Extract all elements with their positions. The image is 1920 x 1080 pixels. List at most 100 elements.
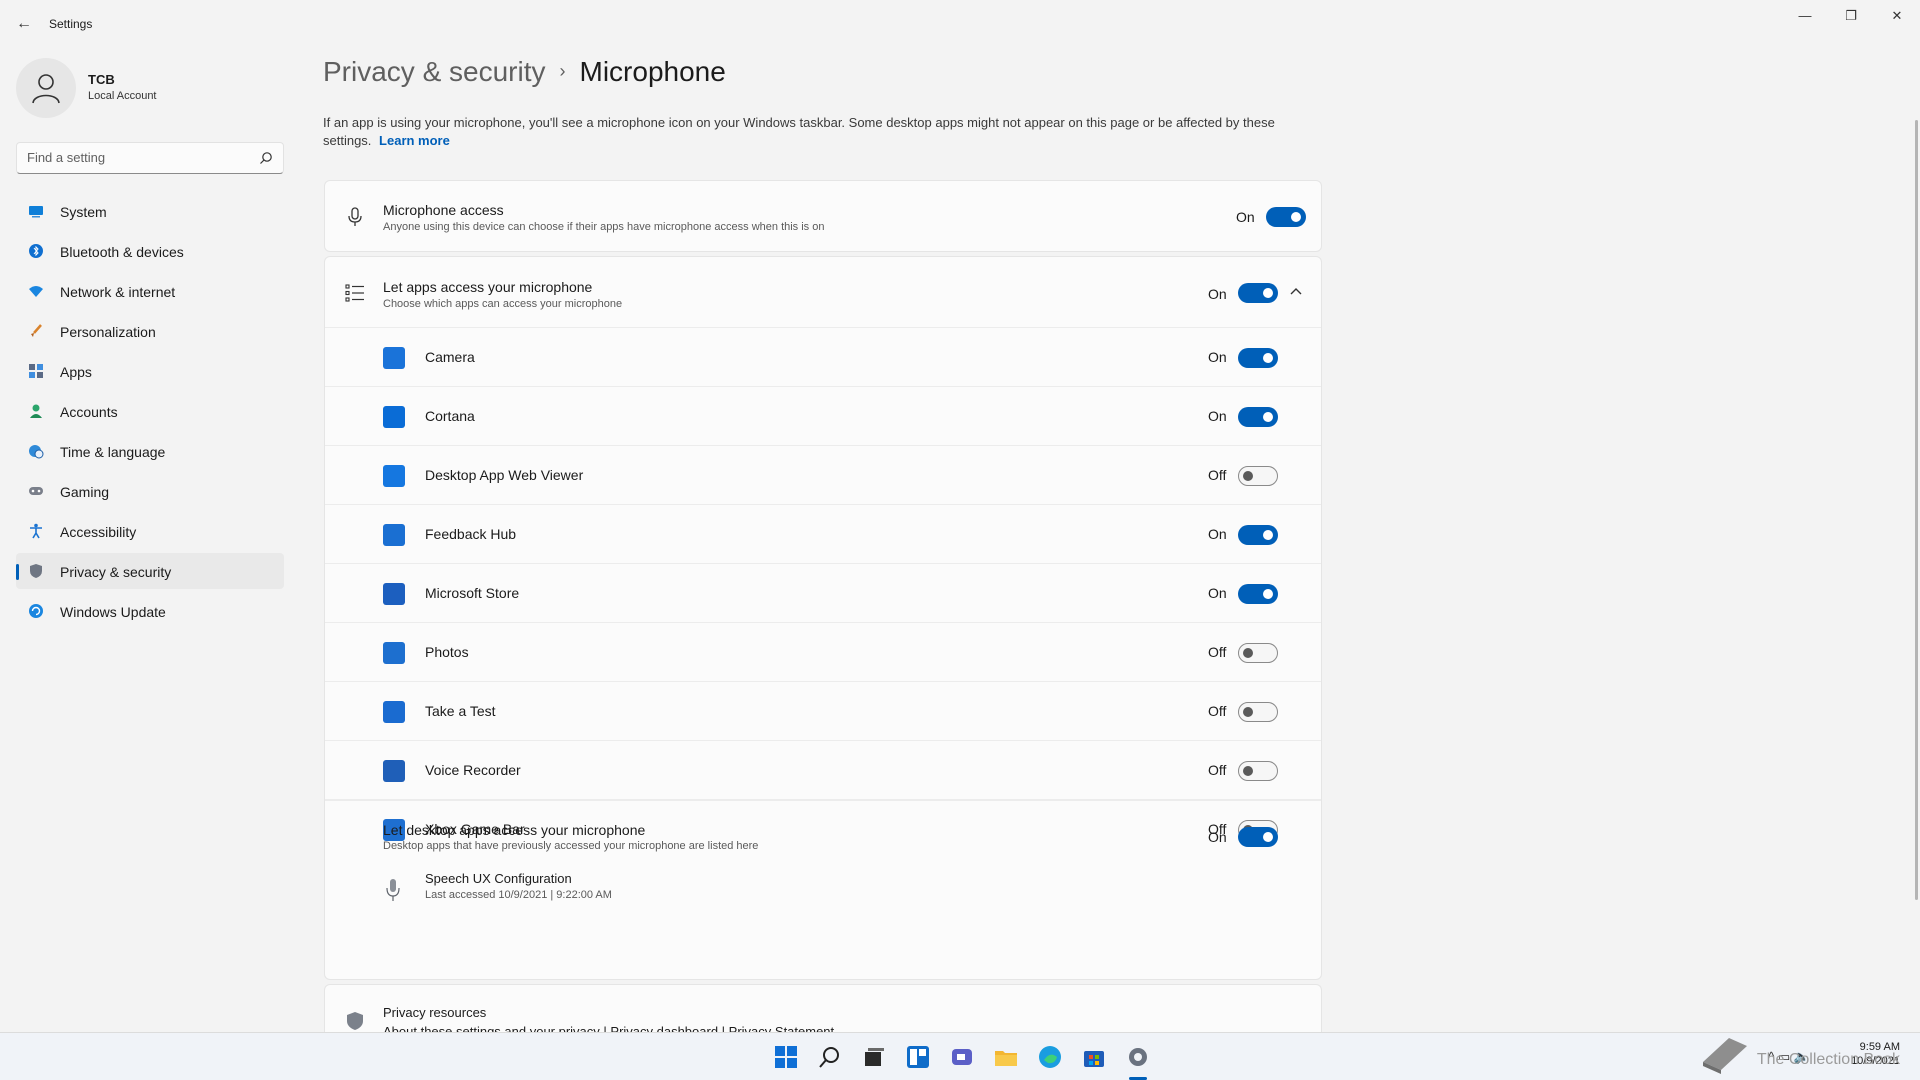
window-title: Settings <box>49 17 93 31</box>
app-row-photos: Photos Off <box>325 622 1321 681</box>
microphone-access-state: On <box>1236 209 1255 225</box>
microphone-icon <box>348 207 362 226</box>
chevron-right-icon: › <box>559 61 566 81</box>
sidebar-item-system[interactable]: System <box>16 193 284 229</box>
app-access-card: Let apps access your microphone Choose w… <box>324 256 1322 980</box>
app-row-desktop-app-web-viewer: Desktop App Web Viewer Off <box>325 445 1321 504</box>
speech-ux-last-accessed: Last accessed 10/9/2021 | 9:22:00 AM <box>425 889 612 901</box>
cortana-toggle[interactable] <box>1238 407 1278 427</box>
desktop-apps-state: On <box>1208 829 1227 845</box>
voice-recorder-toggle[interactable] <box>1238 761 1278 781</box>
feedback-hub-toggle[interactable] <box>1238 525 1278 545</box>
user-profile[interactable]: TCB Local Account <box>16 56 296 120</box>
breadcrumb-parent[interactable]: Privacy & security <box>323 56 546 87</box>
app-state: Off <box>1208 762 1227 778</box>
page-title: Microphone <box>579 56 726 87</box>
shield-icon <box>347 1012 363 1030</box>
take-a-test-toggle[interactable] <box>1238 702 1278 722</box>
feedback-hub-icon <box>383 524 405 546</box>
voice-recorder-icon <box>383 760 405 782</box>
settings-gear-icon[interactable] <box>1124 1043 1152 1071</box>
controller-icon <box>29 487 43 495</box>
app-name: Take a Test <box>425 703 496 719</box>
app-row-cortana: Cortana On <box>325 386 1321 445</box>
sidebar-item-personalization[interactable]: Personalization <box>16 313 284 349</box>
update-icon <box>29 604 43 618</box>
microphone-access-title: Microphone access <box>383 202 504 218</box>
photos-toggle[interactable] <box>1238 643 1278 663</box>
sidebar-item-privacy-security[interactable]: Privacy & security <box>16 553 284 589</box>
desktop-apps-toggle[interactable] <box>1238 827 1278 847</box>
task-view-icon[interactable] <box>860 1043 888 1071</box>
search-icon[interactable] <box>816 1043 844 1071</box>
shield-icon <box>30 564 42 578</box>
search-icon[interactable] <box>259 151 273 165</box>
maximize-button[interactable]: ❐ <box>1828 0 1874 32</box>
microsoft-store-toggle[interactable] <box>1238 584 1278 604</box>
camera-icon <box>383 347 405 369</box>
app-name: Cortana <box>425 408 475 424</box>
brush-icon <box>31 324 42 337</box>
scrollbar[interactable] <box>1915 120 1918 900</box>
chevron-up-icon[interactable] <box>1289 285 1303 299</box>
accessibility-icon <box>30 523 42 539</box>
edge-icon[interactable] <box>1036 1043 1064 1071</box>
app-name: Feedback Hub <box>425 526 517 542</box>
widgets-icon[interactable] <box>904 1043 932 1071</box>
search-box[interactable] <box>16 142 284 174</box>
account-type: Local Account <box>88 90 157 102</box>
minimize-button[interactable]: — <box>1782 0 1828 32</box>
app-name: Camera <box>425 349 475 365</box>
app-state: On <box>1208 585 1227 601</box>
search-input[interactable] <box>27 150 247 165</box>
sidebar-item-accessibility[interactable]: Accessibility <box>16 513 284 549</box>
microsoft-store-icon <box>383 583 405 605</box>
let-apps-state: On <box>1208 286 1227 302</box>
sidebar-item-time-language[interactable]: Time & language <box>16 433 284 469</box>
watermark: The Collection Book <box>1699 1032 1900 1076</box>
sidebar-item-bluetooth[interactable]: Bluetooth & devices <box>16 233 284 269</box>
user-name: TCB <box>88 72 115 87</box>
app-state: Off <box>1208 644 1227 660</box>
apps-icon <box>29 364 43 378</box>
desktop-apps-section: Let desktop apps access your microphone … <box>325 800 1321 980</box>
sidebar-item-accounts[interactable]: Accounts <box>16 393 284 429</box>
app-row-microsoft-store: Microsoft Store On <box>325 563 1321 622</box>
start-icon[interactable] <box>772 1043 800 1071</box>
app-row-voice-recorder: Voice Recorder Off <box>325 740 1321 799</box>
title-bar: ← Settings — ❐ ✕ <box>0 0 1920 48</box>
sidebar-item-gaming[interactable]: Gaming <box>16 473 284 509</box>
let-apps-toggle[interactable] <box>1238 283 1278 303</box>
book-logo-icon <box>1702 1038 1747 1074</box>
desktop-app-web-viewer-toggle[interactable] <box>1238 466 1278 486</box>
microphone-access-subtitle: Anyone using this device can choose if t… <box>383 221 825 233</box>
avatar <box>16 58 76 118</box>
desktop-apps-subtitle: Desktop apps that have previously access… <box>383 840 759 852</box>
microphone-access-toggle[interactable] <box>1266 207 1306 227</box>
back-arrow-icon[interactable]: ← <box>14 14 34 34</box>
sidebar-item-apps[interactable]: Apps <box>16 353 284 389</box>
camera-toggle[interactable] <box>1238 348 1278 368</box>
taskbar: ^ ▭ 🔈 9:59 AM 10/9/2021 <box>0 1032 1920 1080</box>
store-icon[interactable] <box>1080 1043 1108 1071</box>
chat-icon[interactable] <box>948 1043 976 1071</box>
system-icon <box>29 206 43 218</box>
network-icon <box>29 286 43 297</box>
app-row-feedback-hub: Feedback Hub On <box>325 504 1321 563</box>
sidebar-item-windows-update[interactable]: Windows Update <box>16 593 284 629</box>
privacy-resources-title: Privacy resources <box>383 1005 487 1020</box>
sidebar-item-network[interactable]: Network & internet <box>16 273 284 309</box>
desktop-apps-title: Let desktop apps access your microphone <box>383 822 646 838</box>
close-button[interactable]: ✕ <box>1874 0 1920 32</box>
sidebar-nav: System Bluetooth & devices Network & int… <box>16 193 284 633</box>
bluetooth-icon <box>29 244 43 258</box>
person-icon <box>30 404 42 418</box>
app-name: Photos <box>425 644 469 660</box>
let-apps-subtitle: Choose which apps can access your microp… <box>383 298 623 310</box>
list-icon <box>345 284 364 302</box>
app-state: On <box>1208 526 1227 542</box>
learn-more-link[interactable]: Learn more <box>379 133 450 148</box>
page-description: If an app is using your microphone, you'… <box>323 115 1275 148</box>
photos-icon <box>383 642 405 664</box>
file-explorer-icon[interactable] <box>992 1043 1020 1071</box>
